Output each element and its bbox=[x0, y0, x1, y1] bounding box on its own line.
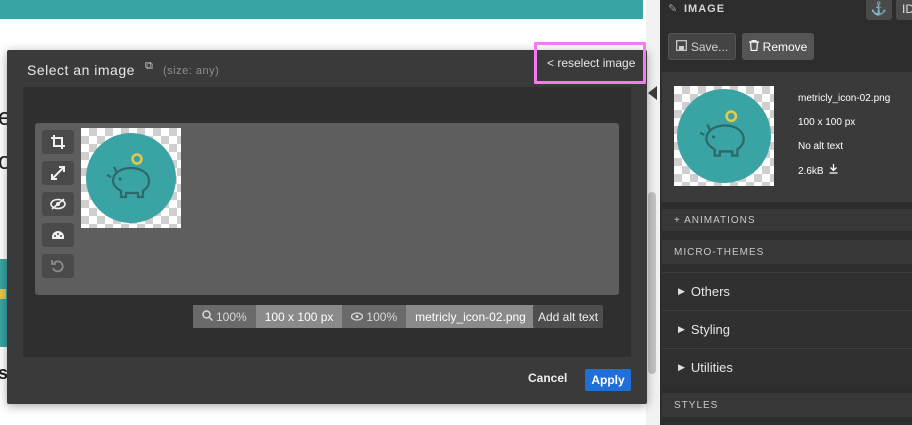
sidebar-header: ✎ IMAGE ⚓ ID bbox=[660, 0, 912, 22]
image-editor bbox=[35, 123, 619, 295]
caret-right-icon: ▶ bbox=[678, 285, 685, 296]
image-thumbnail[interactable] bbox=[674, 86, 774, 186]
zoom-indicator[interactable]: 100% bbox=[193, 305, 256, 328]
undo-icon[interactable] bbox=[42, 254, 74, 278]
group-label: Styling bbox=[690, 321, 730, 337]
caret-right-icon: ▶ bbox=[678, 361, 685, 372]
pencil-icon: ✎ bbox=[668, 3, 678, 15]
download-icon[interactable] bbox=[829, 164, 838, 177]
floppy-icon bbox=[675, 39, 687, 54]
trash-icon bbox=[748, 39, 759, 54]
file-size-value: 2.6kB bbox=[798, 166, 824, 177]
image-select-modal: Select an image ⧉ (size: any) < reselect… bbox=[7, 42, 647, 404]
scrollbar-thumb[interactable] bbox=[648, 192, 656, 374]
reselect-image-link[interactable]: < reselect image bbox=[547, 56, 635, 70]
id-button[interactable]: ID bbox=[896, 0, 912, 20]
image-file-size: 2.6kB bbox=[798, 164, 838, 177]
image-info-bar: 100% 100 x 100 px 100% metricly_icon-02.… bbox=[193, 305, 535, 328]
zoom-value: 100% bbox=[216, 309, 247, 324]
header-bar bbox=[0, 0, 643, 19]
save-label: Save... bbox=[690, 39, 729, 54]
anchor-icon[interactable]: ⚓ bbox=[866, 0, 892, 20]
palette-icon[interactable] bbox=[42, 223, 74, 247]
apply-button[interactable]: Apply bbox=[585, 369, 631, 391]
crop-icon[interactable] bbox=[42, 130, 74, 154]
sidebar-title: IMAGE bbox=[684, 3, 726, 15]
cancel-button[interactable]: Cancel bbox=[528, 371, 567, 385]
selected-image-card: metricly_icon-02.png 100 x 100 px No alt… bbox=[662, 72, 912, 202]
image-dimensions: 100 x 100 px bbox=[255, 305, 343, 328]
eye-slash-icon[interactable] bbox=[42, 192, 74, 216]
image-filename: metricly_icon-02.png bbox=[406, 305, 535, 328]
remove-label: Remove bbox=[762, 39, 808, 54]
expand-icon[interactable] bbox=[42, 161, 74, 185]
external-link-icon[interactable]: ⧉ bbox=[145, 60, 153, 73]
popover-pointer bbox=[648, 86, 657, 100]
micro-theme-group-utilities[interactable]: ▶ Utilities bbox=[662, 348, 912, 385]
group-label: Utilities bbox=[690, 359, 733, 375]
save-button[interactable]: Save... bbox=[668, 33, 736, 60]
piggy-bank-icon bbox=[699, 110, 745, 157]
image-preview[interactable] bbox=[81, 128, 181, 228]
image-filename: metricly_icon-02.png bbox=[798, 93, 891, 104]
micro-theme-group-others[interactable]: ▶ Others bbox=[662, 272, 912, 309]
image-alt-text: No alt text bbox=[798, 141, 844, 152]
styles-header[interactable]: STYLES bbox=[662, 393, 912, 417]
modal-title: Select an image bbox=[27, 62, 135, 78]
animations-section[interactable]: + ANIMATIONS bbox=[662, 209, 912, 231]
add-alt-text-button[interactable]: Add alt text bbox=[533, 305, 604, 328]
micro-themes-header: MICRO-THEMES bbox=[662, 240, 912, 264]
settings-sidebar: ✎ IMAGE ⚓ ID Save... Remove metricly_ico… bbox=[660, 0, 912, 425]
piggy-bank-icon bbox=[106, 153, 151, 199]
magnifier-icon bbox=[202, 309, 214, 324]
size-hint: (size: any) bbox=[163, 65, 220, 77]
caret-right-icon: ▶ bbox=[678, 323, 685, 334]
opacity-value: 100% bbox=[366, 309, 398, 324]
image-dimensions: 100 x 100 px bbox=[798, 117, 856, 128]
eye-icon bbox=[351, 310, 364, 324]
micro-theme-group-styling[interactable]: ▶ Styling bbox=[662, 310, 912, 347]
remove-button[interactable]: Remove bbox=[742, 33, 814, 60]
opacity-indicator[interactable]: 100% bbox=[342, 305, 407, 328]
group-label: Others bbox=[690, 283, 730, 299]
